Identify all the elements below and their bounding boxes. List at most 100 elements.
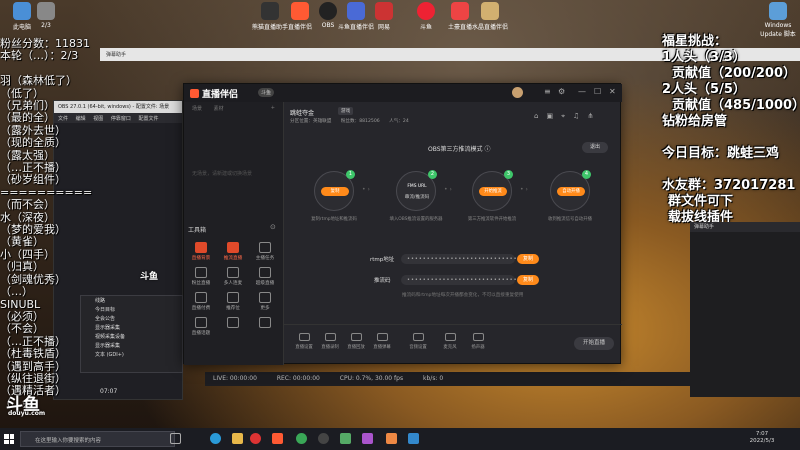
- douyu-icon[interactable]: [272, 433, 283, 444]
- bottom-tool-icon: [350, 333, 362, 341]
- bottom-tool[interactable]: 直播设置: [292, 333, 316, 350]
- toolbox-settings-icon[interactable]: ⊙: [270, 223, 276, 231]
- step-description: 填入OBS推流设置的服务器: [389, 217, 443, 222]
- stream-key-field[interactable]: ••••••••••••••••••••••••••••••••: [401, 275, 532, 285]
- minimize-icon[interactable]: —: [578, 87, 586, 96]
- folder-icon[interactable]: [232, 433, 243, 444]
- bottom-tool[interactable]: 麦克风: [438, 333, 462, 350]
- share-icon[interactable]: ⋔: [587, 112, 601, 120]
- app-icon[interactable]: [408, 433, 419, 444]
- copy-rtmp-button[interactable]: 复制: [517, 254, 539, 264]
- tool-item[interactable]: 主播任务: [250, 242, 280, 261]
- shop-icon[interactable]: ⌂: [534, 112, 546, 120]
- app-icon[interactable]: [362, 433, 373, 444]
- tool-item[interactable]: 多人连麦: [218, 267, 248, 286]
- taskbar-clock[interactable]: 7:07 2022/5/3: [742, 431, 782, 445]
- tool-item[interactable]: 粉丝直播: [186, 267, 216, 286]
- tool-item[interactable]: [250, 317, 280, 330]
- add-scene-button[interactable]: +: [271, 105, 275, 111]
- tab-scenes[interactable]: 场景: [192, 106, 202, 112]
- step-action[interactable]: FMS URL: [403, 182, 431, 191]
- live-companion-window[interactable]: 直播伴侣 斗鱼 ≡ ⚙ — ☐ ✕ 场景 素材 + 无场景，请新建或切换场景 工…: [183, 83, 622, 365]
- room-category: 分区位置：英雄联盟: [290, 119, 332, 124]
- app-icon[interactable]: [386, 433, 397, 444]
- chrome-icon[interactable]: [296, 433, 307, 444]
- challenge-title: 福星挑战：: [662, 34, 728, 49]
- overlay-line: （而不会）: [0, 198, 55, 212]
- app-icon[interactable]: [340, 433, 351, 444]
- windows-start-icon[interactable]: [4, 434, 14, 444]
- bottom-tool[interactable]: 音频设置: [406, 333, 430, 350]
- settings-icon[interactable]: ⚙: [558, 87, 565, 96]
- bottom-tool-label: 扬声器: [471, 345, 485, 350]
- help-icon[interactable]: ⓘ: [484, 146, 490, 153]
- desktop-icon-10[interactable]: 水晶直播伴侣: [468, 2, 512, 31]
- danmaku-helper-window[interactable]: 弹幕助手: [690, 222, 800, 397]
- netease-icon[interactable]: [250, 433, 261, 444]
- tool-item[interactable]: 直播付费: [186, 292, 216, 311]
- live-time: LIVE: 00:00:00: [213, 375, 257, 382]
- bottom-tool[interactable]: 直播回放: [344, 333, 368, 350]
- app-icon: [261, 2, 279, 20]
- tool-icon: [195, 267, 207, 278]
- tool-label: 推流直播: [223, 256, 243, 261]
- tool-item[interactable]: 推流直播: [218, 242, 248, 261]
- obs-icon[interactable]: [318, 433, 329, 444]
- obs-mode-title: OBS第三方推流模式 ⓘ: [428, 146, 491, 153]
- overlay-line: （归真）: [0, 260, 44, 274]
- tool-icon: [227, 292, 239, 303]
- bottom-tool-label: 直播弹幕: [373, 345, 391, 350]
- bottom-toolbar: 开始直播 直播设置 直播录制 直播回放 直播弹幕 音频设置 麦克风 扬声器: [284, 324, 622, 365]
- desktop-icon-7[interactable]: 网易: [362, 2, 406, 31]
- tool-label: 直播话题: [191, 331, 211, 336]
- edge-icon[interactable]: [210, 433, 221, 444]
- obs-menu-profile[interactable]: 配置文件: [138, 116, 158, 122]
- douyu-watermark-bottom: 斗鱼: [140, 272, 159, 282]
- step-action[interactable]: 自动开播: [557, 187, 585, 196]
- tool-item[interactable]: 更多: [250, 292, 280, 311]
- tab-materials[interactable]: 素材: [214, 106, 224, 112]
- bell-icon[interactable]: ♫: [573, 112, 587, 120]
- room-category-tag: 游戏: [338, 107, 354, 115]
- group-file-note: 群文件可下: [668, 194, 734, 209]
- challenge-line-4: 贡献值（485/1000）: [672, 98, 800, 113]
- step-action[interactable]: 复制: [321, 187, 349, 196]
- room-action-icons: ⌂▣⌖♫⋔: [534, 112, 601, 121]
- bag-icon[interactable]: ▣: [546, 112, 561, 120]
- bottom-tool[interactable]: 直播录制: [318, 333, 342, 350]
- maximize-icon[interactable]: ☐: [594, 87, 601, 96]
- toolbox-heading: 工具箱: [188, 227, 207, 234]
- room-info: 分区位置：英雄联盟 粉丝数：8812506 人气：24: [290, 118, 417, 124]
- app-logo: 直播伴侣: [190, 87, 238, 100]
- tool-item[interactable]: 直播背景: [186, 242, 216, 261]
- task-view-icon[interactable]: [170, 433, 181, 444]
- cpu-usage: CPU: 0.7%, 30.00 fps: [339, 375, 404, 382]
- tool-item[interactable]: 超级直播: [250, 267, 280, 286]
- tool-label: 直播付费: [191, 306, 211, 311]
- tool-label: 超级直播: [255, 281, 275, 286]
- bottom-tool[interactable]: 直播弹幕: [370, 333, 394, 350]
- menu-icon[interactable]: ≡: [544, 87, 551, 96]
- pin-icon[interactable]: ⌖: [561, 112, 573, 120]
- step-subtext: 串流/推流码: [404, 195, 430, 200]
- start-live-button[interactable]: 开始直播: [574, 337, 614, 350]
- tool-item[interactable]: 直播话题: [186, 317, 216, 336]
- obs-menu-docks[interactable]: 停靠窗口: [111, 116, 131, 122]
- copy-stream-key-button[interactable]: 复制: [517, 275, 539, 285]
- close-icon[interactable]: ✕: [609, 87, 616, 96]
- tool-icon: [227, 242, 239, 253]
- desktop-icon-2[interactable]: 2/3: [24, 2, 68, 29]
- taskbar-search-input[interactable]: 在这里输入你要搜索的内容: [20, 431, 175, 447]
- tool-item[interactable]: 推荐位: [218, 292, 248, 311]
- exit-button[interactable]: 退出: [582, 142, 608, 153]
- tool-item[interactable]: [218, 317, 248, 330]
- rtmp-url-field[interactable]: ••••••••••••••••••••••••••••••••: [401, 254, 532, 264]
- avatar[interactable]: [512, 87, 523, 98]
- desktop-icon-recycle[interactable]: Windows Update 脚本: [756, 2, 800, 38]
- recycle-bin-icon: [769, 2, 787, 20]
- taskbar: 在这里输入你要搜索的内容 7:07 2022/5/3: [0, 428, 800, 450]
- bottom-tool-label: 直播设置: [295, 345, 313, 350]
- bottom-tool[interactable]: 扬声器: [466, 333, 490, 350]
- step-action[interactable]: 开始推流: [479, 187, 507, 196]
- overlay-line: 本轮（…）：2/3: [0, 49, 79, 63]
